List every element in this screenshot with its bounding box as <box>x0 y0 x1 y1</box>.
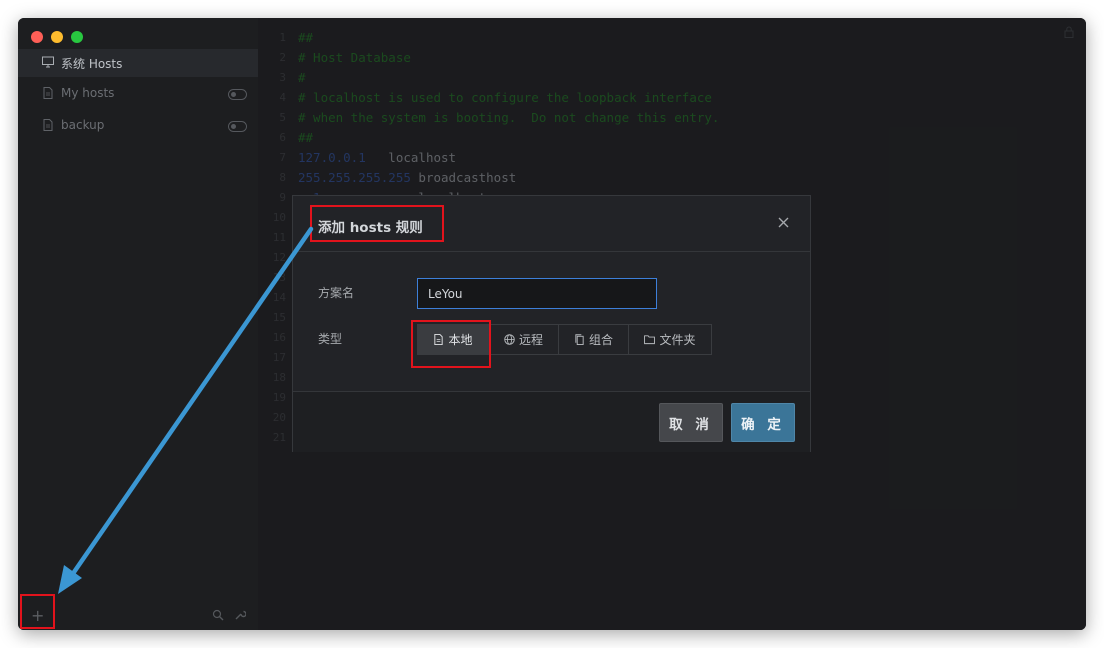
sidebar-item-system-hosts[interactable]: 系统 Hosts <box>18 49 258 77</box>
my-hosts-toggle[interactable] <box>228 89 247 100</box>
type-group-button[interactable]: 组合 <box>559 325 629 354</box>
type-remote-label: 远程 <box>518 333 543 347</box>
close-window-button[interactable] <box>31 31 43 43</box>
name-label: 方案名 <box>318 286 355 300</box>
name-input[interactable] <box>417 278 657 309</box>
sidebar-item-label: backup <box>61 118 105 132</box>
close-icon[interactable] <box>777 216 790 229</box>
sidebar-item-backup[interactable]: backup <box>18 112 258 140</box>
wrench-icon[interactable] <box>234 609 246 621</box>
sidebar-item-my-hosts[interactable]: My hosts <box>18 80 258 108</box>
confirm-button[interactable]: 确 定 <box>731 403 795 442</box>
file-icon <box>43 119 53 131</box>
search-icon[interactable] <box>212 609 224 621</box>
type-local-label: 本地 <box>448 333 473 347</box>
dialog-footer: 取 消 确 定 <box>293 391 810 452</box>
type-local-button[interactable]: 本地 <box>418 325 489 354</box>
backup-toggle[interactable] <box>228 121 247 132</box>
add-hosts-dialog: 添加 hosts 规则 方案名 类型 本地 远程 <box>292 195 811 452</box>
type-folder-label: 文件夹 <box>659 333 696 347</box>
sidebar-item-label: 系统 Hosts <box>61 57 123 71</box>
sidebar: 系统 Hosts My hosts backup + <box>18 18 258 630</box>
file-icon <box>434 334 444 345</box>
add-hosts-button[interactable]: + <box>31 608 44 624</box>
dialog-title: 添加 hosts 规则 <box>318 220 423 236</box>
monitor-icon <box>42 56 54 68</box>
minimize-window-button[interactable] <box>51 31 63 43</box>
folder-icon <box>644 335 656 345</box>
cancel-button[interactable]: 取 消 <box>659 403 723 442</box>
type-remote-button[interactable]: 远程 <box>489 325 559 354</box>
copy-icon <box>575 334 584 345</box>
type-folder-button[interactable]: 文件夹 <box>629 325 711 354</box>
type-group-label: 组合 <box>588 333 613 347</box>
dialog-header: 添加 hosts 规则 <box>293 196 810 252</box>
zoom-window-button[interactable] <box>71 31 83 43</box>
globe-icon <box>504 334 515 345</box>
type-label: 类型 <box>318 332 343 346</box>
sidebar-item-label: My hosts <box>61 86 115 100</box>
file-icon <box>43 87 53 99</box>
type-selector: 本地 远程 组合 文件夹 <box>417 324 712 355</box>
